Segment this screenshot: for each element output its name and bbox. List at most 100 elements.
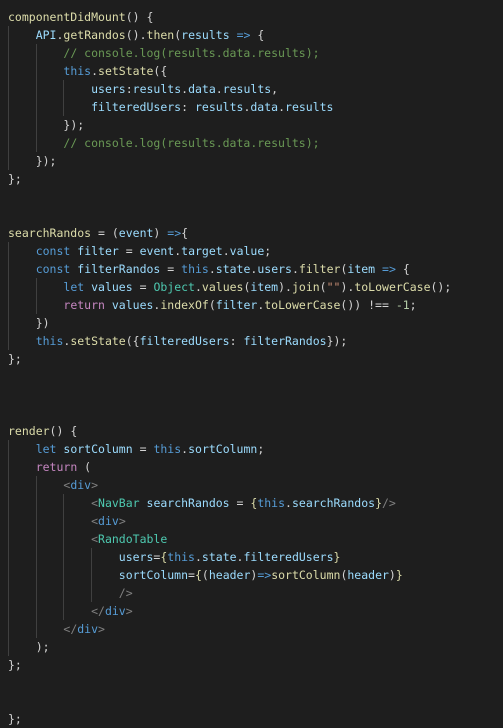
- code-line[interactable]: [0, 674, 503, 692]
- code-line[interactable]: users:results.data.results,: [0, 80, 503, 98]
- code-line[interactable]: };: [0, 170, 503, 188]
- code-token: "": [326, 280, 341, 294]
- code-line[interactable]: </div>: [0, 602, 503, 620]
- code-token: filter: [298, 262, 341, 276]
- code-token: .: [91, 64, 99, 78]
- code-line[interactable]: componentDidMount() {: [0, 8, 503, 26]
- code-line[interactable]: [0, 206, 503, 224]
- code-line-text: <div>: [0, 512, 503, 530]
- code-line[interactable]: return (: [0, 458, 503, 476]
- code-token: state: [201, 550, 237, 564]
- code-line-text: sortColumn={(header)=>sortColumn(header)…: [0, 566, 503, 584]
- code-line[interactable]: [0, 188, 503, 206]
- code-token: then: [146, 28, 175, 42]
- code-token: users: [118, 550, 154, 564]
- code-token: searchRandos: [146, 496, 230, 510]
- code-token: :: [181, 100, 195, 114]
- code-line[interactable]: [0, 404, 503, 422]
- code-line-text: users:results.data.results,: [0, 80, 503, 98]
- code-token: ({: [153, 64, 168, 78]
- code-line[interactable]: searchRandos = (event) =>{: [0, 224, 503, 242]
- code-content[interactable]: componentDidMount() { API.getRandos().th…: [0, 8, 503, 728]
- code-token: results: [132, 82, 182, 96]
- code-token: ();: [430, 280, 452, 294]
- code-token: -1: [395, 298, 410, 312]
- code-line[interactable]: [0, 692, 503, 710]
- code-line[interactable]: render() {: [0, 422, 503, 440]
- code-editor-pane[interactable]: componentDidMount() { API.getRandos().th…: [0, 0, 503, 726]
- code-token: join: [291, 280, 320, 294]
- code-line[interactable]: <NavBar searchRandos = {this.searchRando…: [0, 494, 503, 512]
- code-line[interactable]: users={this.state.filteredUsers}: [0, 548, 503, 566]
- code-line[interactable]: [0, 386, 503, 404]
- code-line[interactable]: };: [0, 656, 503, 674]
- code-line[interactable]: this.setState({: [0, 62, 503, 80]
- code-line[interactable]: };: [0, 710, 503, 728]
- code-token: sortColumn: [271, 568, 341, 582]
- code-token: div: [104, 604, 126, 618]
- code-token: event: [118, 226, 154, 240]
- code-line[interactable]: // console.log(results.data.results);: [0, 134, 503, 152]
- code-token: ;: [409, 298, 417, 312]
- code-line-text: // console.log(results.data.results);: [0, 134, 503, 152]
- code-line[interactable]: <div>: [0, 476, 503, 494]
- code-line[interactable]: // console.log(results.data.results);: [0, 44, 503, 62]
- code-token: () {: [125, 10, 154, 24]
- code-line[interactable]: );: [0, 638, 503, 656]
- code-line[interactable]: const filterRandos = this.state.users.fi…: [0, 260, 503, 278]
- code-token: <: [91, 532, 99, 546]
- code-line[interactable]: />: [0, 584, 503, 602]
- code-line[interactable]: const filter = event.target.value;: [0, 242, 503, 260]
- code-token: filteredUsers: [91, 100, 182, 114]
- code-line[interactable]: });: [0, 116, 503, 134]
- code-line-text: };: [0, 350, 503, 368]
- code-token: const: [35, 262, 71, 276]
- code-token: {: [194, 568, 202, 582]
- code-token: }: [375, 496, 382, 510]
- code-line[interactable]: sortColumn={(header)=>sortColumn(header)…: [0, 566, 503, 584]
- code-token: = (: [91, 226, 119, 240]
- code-token: this: [153, 442, 182, 456]
- code-line[interactable]: <RandoTable: [0, 530, 503, 548]
- code-line[interactable]: let sortColumn = this.sortColumn;: [0, 440, 503, 458]
- code-line[interactable]: }): [0, 314, 503, 332]
- code-line[interactable]: </div>: [0, 620, 503, 638]
- code-line-text: let values = Object.values(item).join(""…: [0, 278, 503, 296]
- code-token: }: [333, 550, 341, 564]
- code-line[interactable]: [0, 368, 503, 386]
- code-line[interactable]: filteredUsers: results.data.results: [0, 98, 503, 116]
- code-line[interactable]: <div>: [0, 512, 503, 530]
- code-line[interactable]: let values = Object.values(item).join(""…: [0, 278, 503, 296]
- code-token: // console.log(results.data.results);: [63, 136, 320, 150]
- code-line[interactable]: return values.indexOf(filter.toLowerCase…: [0, 296, 503, 314]
- code-token: =: [160, 262, 182, 276]
- code-line[interactable]: this.setState({filteredUsers: filterRand…: [0, 332, 503, 350]
- code-token: ({: [125, 334, 140, 348]
- code-line[interactable]: API.getRandos().then(results => {: [0, 26, 503, 44]
- code-token: };: [8, 712, 22, 726]
- code-token: setState: [98, 64, 154, 78]
- code-token: this: [257, 496, 286, 510]
- code-token: API: [35, 28, 57, 42]
- code-line[interactable]: };: [0, 350, 503, 368]
- code-token: ): [388, 568, 396, 582]
- code-token: ().: [125, 28, 147, 42]
- code-line[interactable]: });: [0, 152, 503, 170]
- code-token: div: [70, 478, 92, 492]
- code-token: {: [395, 262, 410, 276]
- code-token: ).: [340, 280, 355, 294]
- code-token: =: [118, 244, 140, 258]
- code-token: item: [347, 262, 376, 276]
- code-token: setState: [70, 334, 126, 348]
